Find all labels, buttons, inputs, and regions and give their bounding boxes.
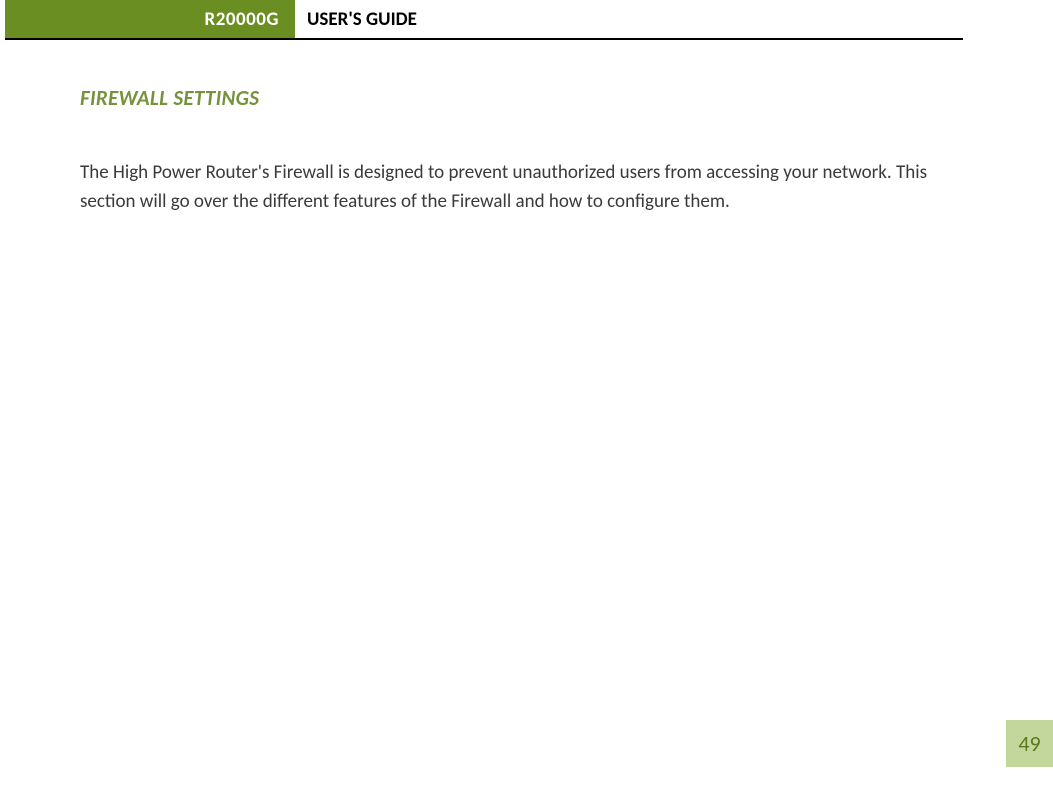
model-badge: R20000G (5, 0, 295, 38)
page-content: FIREWALL SETTINGS The High Power Router'… (0, 40, 1053, 216)
body-text: The High Power Router's Firewall is desi… (80, 159, 973, 216)
page-number: 49 (1006, 720, 1053, 767)
guide-title: USER'S GUIDE (295, 0, 429, 38)
section-heading: FIREWALL SETTINGS (80, 85, 973, 111)
model-number: R20000G (205, 8, 279, 31)
header-bar: R20000G USER'S GUIDE (5, 0, 963, 40)
